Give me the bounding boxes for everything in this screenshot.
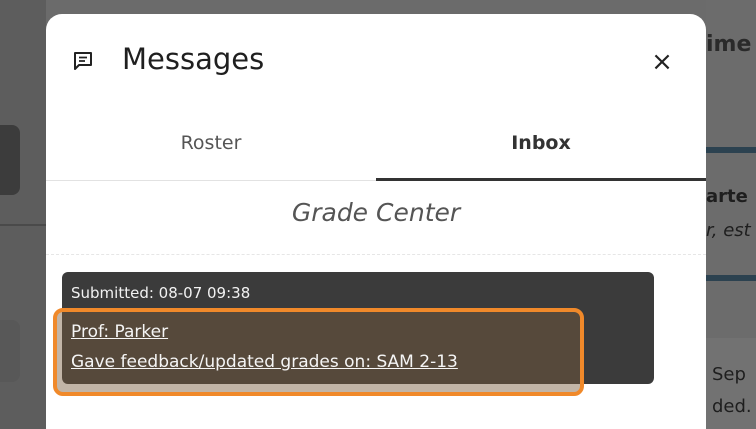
modal-header: Messages × xyxy=(46,14,706,110)
close-icon[interactable]: × xyxy=(646,46,678,78)
section-divider xyxy=(46,254,706,255)
message-sender-link[interactable]: Prof: Parker xyxy=(71,322,168,342)
background-card xyxy=(0,125,20,195)
background-bar xyxy=(706,275,756,281)
section-title: Grade Center xyxy=(291,198,461,227)
background-text: ded. xyxy=(712,396,752,417)
message-body-link[interactable]: Gave feedback/updated grades on: SAM 2-1… xyxy=(71,352,458,372)
modal-title: Messages xyxy=(122,42,265,76)
background-bar xyxy=(706,147,756,153)
background-text: Sep xyxy=(712,364,746,385)
background-title: ime xyxy=(706,32,752,57)
active-tab-indicator xyxy=(376,178,706,181)
background-text: arte xyxy=(706,186,748,207)
tab-inbox[interactable]: Inbox xyxy=(376,114,706,180)
message-timestamp: Submitted: 08-07 09:38 xyxy=(71,284,251,302)
tab-roster[interactable]: Roster xyxy=(46,114,376,180)
tab-bar: Roster Inbox xyxy=(46,114,706,184)
messages-modal: Messages × Roster Inbox Grade Center Sub… xyxy=(46,14,706,429)
background-card xyxy=(0,320,20,382)
background-text: r, est xyxy=(706,220,751,241)
background-divider xyxy=(0,224,46,226)
message-icon xyxy=(72,50,94,72)
